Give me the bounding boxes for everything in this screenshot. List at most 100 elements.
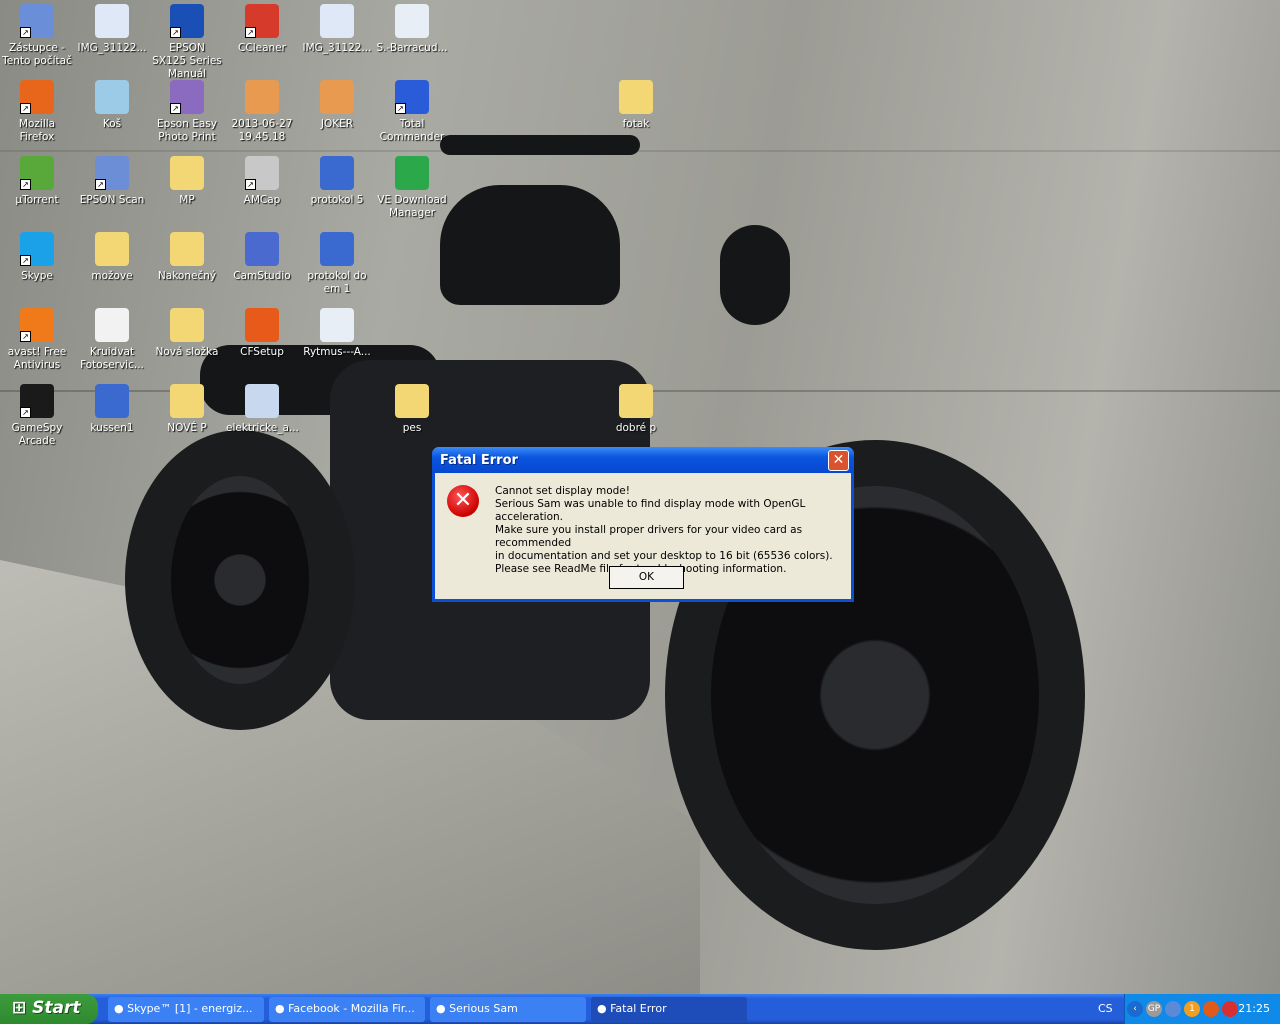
floppy-disk-icon: ↗ xyxy=(395,80,429,114)
desktop-icon[interactable]: VE Download Manager xyxy=(375,156,449,220)
ok-button[interactable]: OK xyxy=(609,566,684,589)
document-shortcut-icon xyxy=(245,384,279,418)
start-button[interactable]: ⊞ Start xyxy=(0,994,98,1024)
taskbar: ⊞ Start ● Skype™ [1] - energiz... ● Faceb… xyxy=(0,994,1280,1024)
folder-icon xyxy=(395,384,429,418)
taskbar-button[interactable]: ● Skype™ [1] - energiz... xyxy=(108,997,264,1022)
desktop-icon-label: Total Commander xyxy=(379,118,445,143)
fatal-error-dialog: Fatal Error ✕ ✕ Cannot set display mode!… xyxy=(432,447,854,602)
desktop-icon[interactable]: ↗ avast! Free Antivirus xyxy=(0,308,74,372)
desktop-icon[interactable]: možove xyxy=(75,232,149,283)
folder-icon xyxy=(170,308,204,342)
desktop-icon[interactable]: ↗ Mozilla Firefox xyxy=(0,80,74,144)
shortcut-arrow-icon: ↗ xyxy=(20,27,31,38)
desktop-icon[interactable]: elektricke_a... xyxy=(225,384,299,435)
notification-badge-icon[interactable]: 1 xyxy=(1184,1001,1200,1017)
utorrent-icon: ↗ xyxy=(20,156,54,190)
desktop-icon[interactable]: fotak xyxy=(599,80,673,131)
taskbar-button[interactable]: ● Fatal Error xyxy=(591,997,747,1022)
desktop-icon[interactable]: kussen1 xyxy=(75,384,149,435)
folder-icon xyxy=(170,232,204,266)
firefox-icon: ↗ xyxy=(20,80,54,114)
desktop-icon[interactable]: ↗ CCleaner xyxy=(225,4,299,55)
desktop-icon[interactable]: S.-Barracud... xyxy=(375,4,449,55)
desktop-icon-label: JOKER xyxy=(320,118,354,130)
taskbar-button-label: Facebook - Mozilla Fir... xyxy=(288,1002,415,1015)
desktop-icon[interactable]: IMG_31122... xyxy=(75,4,149,55)
desktop-icon[interactable]: NOVÉ P xyxy=(150,384,224,435)
desktop-icon-label: µTorrent xyxy=(15,194,59,206)
taskbar-button[interactable]: ● Serious Sam xyxy=(430,997,586,1022)
desktop-icon-label: Mozilla Firefox xyxy=(18,118,56,143)
language-indicator[interactable]: CS xyxy=(1098,1002,1113,1015)
taskbar-button-label: Fatal Error xyxy=(610,1002,667,1015)
desktop-icon[interactable]: ↗ Skype xyxy=(0,232,74,283)
gp-icon[interactable]: GP xyxy=(1146,1001,1162,1017)
desktop-icon[interactable]: CamStudio xyxy=(225,232,299,283)
desktop-icon-label: CFSetup xyxy=(240,346,284,358)
desktop-icon[interactable]: ↗ EPSON SX125 Series Manuál xyxy=(150,4,224,81)
clock[interactable]: 21:25 xyxy=(1238,1002,1270,1015)
desktop-icon[interactable]: Rytmus---A... xyxy=(300,308,374,359)
serious-sam-icon: ● xyxy=(597,1002,611,1015)
desktop-icon[interactable]: Kruidvat Fotoservic... xyxy=(75,308,149,372)
shortcut-arrow-icon: ↗ xyxy=(170,103,181,114)
mp3-file-icon xyxy=(395,4,429,38)
desktop-icon[interactable]: Nakonečný xyxy=(150,232,224,283)
desktop-icon[interactable]: CFSetup xyxy=(225,308,299,359)
desktop-icon[interactable]: JOKER xyxy=(300,80,374,131)
desktop-icon-label: Zástupce - Tento počítač xyxy=(2,42,72,67)
desktop-icon[interactable]: Koš xyxy=(75,80,149,131)
desktop-icon[interactable]: dobré p xyxy=(599,384,673,435)
skype-icon: ● xyxy=(114,1002,128,1015)
desktop-icon[interactable]: protokol 5 xyxy=(300,156,374,207)
desktop-icon-label: VE Download Manager xyxy=(377,194,447,219)
red-app-tray-icon[interactable] xyxy=(1222,1001,1238,1017)
error-icon: ✕ xyxy=(447,485,479,517)
avast-tray-icon[interactable] xyxy=(1203,1001,1219,1017)
desktop-icon[interactable]: ↗ Total Commander xyxy=(375,80,449,144)
desktop-icon[interactable]: pes xyxy=(375,384,449,435)
shortcut-arrow-icon: ↗ xyxy=(170,27,181,38)
desktop-icon[interactable]: protokol do em 1 xyxy=(300,232,374,296)
show-hidden-icons-chevron[interactable]: ‹ xyxy=(1127,1001,1143,1017)
desktop-icon-label: dobré p xyxy=(615,422,657,434)
word-document-icon xyxy=(320,156,354,190)
shortcut-arrow-icon: ↗ xyxy=(20,179,31,190)
desktop-icon-label: protokol 5 xyxy=(310,194,364,206)
firefox-icon: ● xyxy=(275,1002,289,1015)
taskbar-button-label: Serious Sam xyxy=(449,1002,518,1015)
desktop-icon[interactable]: ↗ Epson Easy Photo Print xyxy=(150,80,224,144)
desktop-icon-label: možove xyxy=(91,270,133,282)
word-document-icon xyxy=(320,232,354,266)
folder-icon xyxy=(170,156,204,190)
desktop-icon[interactable]: 2013-06-27 19.45.18 xyxy=(225,80,299,144)
message-line: Serious Sam was unable to find display m… xyxy=(495,498,806,523)
desktop-icon[interactable]: ↗ GameSpy Arcade xyxy=(0,384,74,448)
desktop-icon[interactable]: IMG_31122... xyxy=(300,4,374,55)
desktop-icon[interactable]: ↗ Zástupce - Tento počítač xyxy=(0,4,74,68)
desktop-icon[interactable]: Nová složka xyxy=(150,308,224,359)
desktop-icon[interactable]: ↗ AMCap xyxy=(225,156,299,207)
desktop-icon[interactable]: ↗ µTorrent xyxy=(0,156,74,207)
scanner-icon: ↗ xyxy=(95,156,129,190)
desktop-icon[interactable]: ↗ EPSON Scan xyxy=(75,156,149,207)
desktop-icon-label: NOVÉ P xyxy=(167,422,207,434)
mp3-file-icon xyxy=(320,308,354,342)
shortcut-arrow-icon: ↗ xyxy=(20,407,31,418)
desktop-icon-label: Skype xyxy=(21,270,53,282)
network-icon[interactable] xyxy=(1165,1001,1181,1017)
desktop-icon-label: CCleaner xyxy=(238,42,286,54)
desktop-icon-label: S.-Barracud... xyxy=(376,42,448,54)
close-button[interactable]: ✕ xyxy=(828,450,849,471)
desktop-icon[interactable]: MP xyxy=(150,156,224,207)
desktop-icon-label: Kruidvat Fotoservic... xyxy=(80,346,144,371)
shortcut-arrow-icon: ↗ xyxy=(20,331,31,342)
desktop-icon-label: Koš xyxy=(102,118,122,130)
taskbar-button[interactable]: ● Facebook - Mozilla Fir... xyxy=(269,997,425,1022)
desktop-icon-label: MP xyxy=(179,194,195,206)
desktop-icon-label: fotak xyxy=(622,118,650,130)
shortcut-arrow-icon: ↗ xyxy=(95,179,106,190)
folder-icon: ● xyxy=(436,1002,450,1015)
image-file-icon xyxy=(245,80,279,114)
